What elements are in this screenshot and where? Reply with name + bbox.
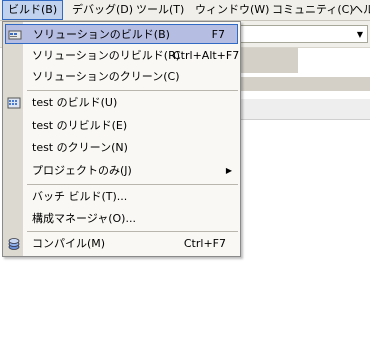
menu-item-clean-solution[interactable]: ソリューションのクリーン(C) bbox=[5, 67, 238, 87]
background-strip bbox=[240, 77, 370, 91]
menu-item-shortcut: Ctrl+Alt+F7 bbox=[173, 49, 240, 62]
menu-item-clean-project[interactable]: test のクリーン(N) bbox=[5, 138, 238, 158]
menu-item-rebuild-solution[interactable]: ソリューションのリビルド(R) Ctrl+Alt+F7 bbox=[5, 46, 240, 66]
build-project-icon bbox=[7, 96, 21, 110]
menu-item-batch-build[interactable]: バッチ ビルド(T)... bbox=[5, 187, 238, 207]
menu-item-shortcut: F7 bbox=[211, 28, 225, 41]
background-editor-header bbox=[240, 99, 370, 120]
menu-item-project-only[interactable]: プロジェクトのみ(J) ▶ bbox=[5, 161, 238, 181]
menu-item-label: test のビルド(U) bbox=[32, 96, 118, 109]
menu-separator bbox=[27, 231, 238, 232]
build-solution-icon bbox=[8, 28, 22, 42]
background-panel bbox=[240, 48, 298, 73]
submenu-arrow-icon: ▶ bbox=[225, 166, 232, 175]
menu-separator bbox=[27, 184, 238, 185]
menu-item-label: ソリューションのリビルド(R) bbox=[32, 49, 181, 62]
menubar: ビルド(B) デバッグ(D) ツール(T) ウィンドウ(W) コミュニティ(C)… bbox=[0, 0, 370, 21]
toolbar-combo-box[interactable]: ▼ bbox=[240, 25, 368, 43]
menu-item-compile[interactable]: コンパイル(M) Ctrl+F7 bbox=[5, 234, 238, 254]
menu-build[interactable]: ビルド(B) bbox=[2, 0, 64, 20]
menu-window[interactable]: ウィンドウ(W) bbox=[190, 0, 274, 20]
compile-icon bbox=[7, 237, 21, 251]
menu-item-label: バッチ ビルド(T)... bbox=[32, 190, 128, 203]
menu-item-label: プロジェクトのみ(J) bbox=[32, 164, 132, 177]
menu-help[interactable]: ヘル bbox=[347, 0, 370, 20]
menu-item-label: ソリューションのビルド(B) bbox=[33, 28, 170, 41]
menu-item-label: コンパイル(M) bbox=[32, 237, 106, 250]
build-dropdown-menu: ソリューションのビルド(B) F7 ソリューションのリビルド(R) Ctrl+A… bbox=[2, 21, 241, 257]
menu-item-label: test のリビルド(E) bbox=[32, 119, 128, 132]
menu-community[interactable]: コミュニティ(C) bbox=[267, 0, 359, 20]
chevron-down-icon[interactable]: ▼ bbox=[353, 26, 367, 42]
menu-debug[interactable]: デバッグ(D) bbox=[67, 0, 138, 20]
menu-item-shortcut: Ctrl+F7 bbox=[183, 237, 226, 250]
menu-item-label: ソリューションのクリーン(C) bbox=[32, 70, 180, 83]
menu-separator bbox=[27, 90, 238, 91]
menu-item-rebuild-project[interactable]: test のリビルド(E) bbox=[5, 116, 238, 136]
menu-item-build-project[interactable]: test のビルド(U) bbox=[5, 93, 238, 113]
menu-item-build-solution[interactable]: ソリューションのビルド(B) F7 bbox=[5, 24, 238, 44]
menu-item-configuration-manager[interactable]: 構成マネージャ(O)... bbox=[5, 209, 238, 229]
menu-tools[interactable]: ツール(T) bbox=[131, 0, 189, 20]
menu-item-label: test のクリーン(N) bbox=[32, 141, 128, 154]
menu-item-label: 構成マネージャ(O)... bbox=[32, 212, 136, 225]
